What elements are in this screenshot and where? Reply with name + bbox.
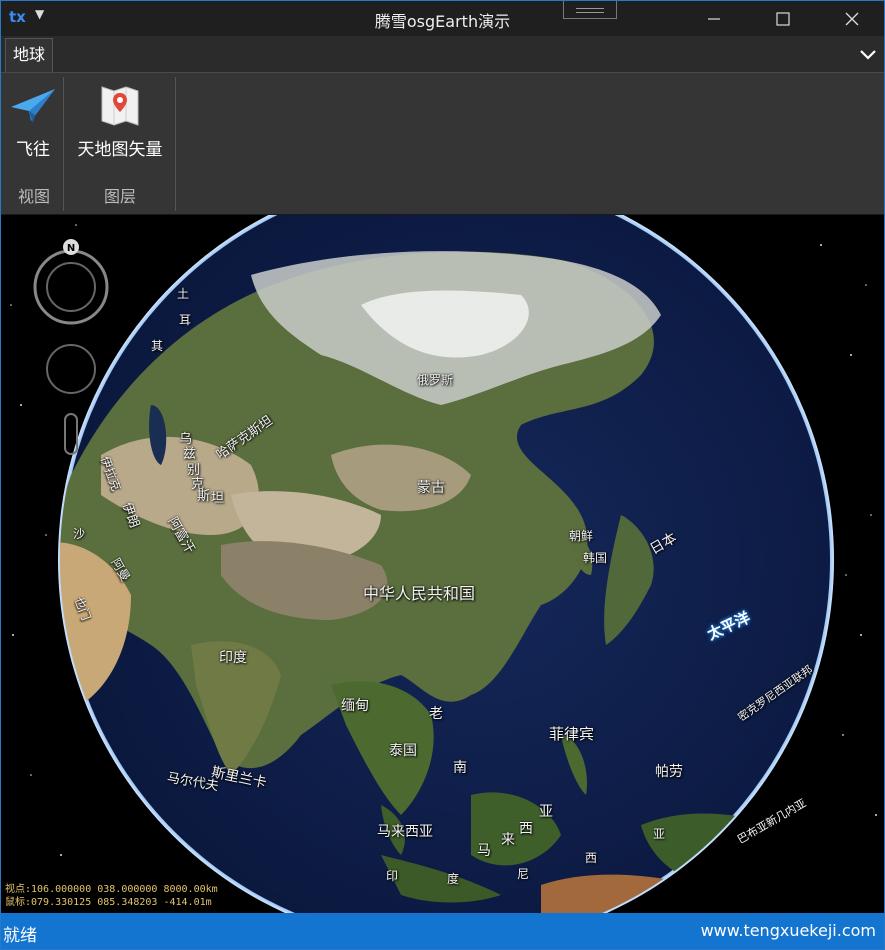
label-indonesia-3: 尼: [517, 867, 530, 881]
label-indonesia-2: 度: [447, 872, 460, 886]
fly-to-button[interactable]: 飞往: [5, 79, 61, 160]
tianditu-vector-button[interactable]: 天地图矢量: [65, 79, 175, 160]
label-philippines: 菲律宾: [549, 725, 595, 743]
label-turkey-3: 其: [151, 339, 164, 353]
title-bar[interactable]: tx ▼ 腾雪osgEarth演示: [1, 1, 884, 36]
compass-navigator[interactable]: N: [31, 239, 111, 459]
label-palau: 帕劳: [655, 764, 683, 780]
label-uzbekistan-6: 坦: [211, 491, 225, 506]
label-indonesia-5: 亚: [653, 827, 666, 841]
label-uzbekistan-5: 斯: [197, 489, 211, 504]
label-laos: 老: [429, 706, 443, 722]
ribbon-group-layers: 天地图矢量 图层: [65, 77, 176, 211]
label-indonesia-4: 西: [585, 851, 598, 865]
fly-to-label: 飞往: [16, 140, 50, 160]
group-label-view: 视图: [17, 187, 50, 206]
status-bar: 就绪 www.tengxuekeji.com: [1, 913, 884, 949]
label-sea-1: 马: [477, 843, 491, 859]
tab-earth[interactable]: 地球: [5, 38, 54, 72]
label-south-korea: 韩国: [583, 551, 608, 565]
globe-scene: [10, 215, 877, 913]
minimize-button[interactable]: [691, 1, 737, 36]
label-india: 印度: [219, 650, 247, 666]
chevron-down-icon[interactable]: [858, 44, 878, 64]
ribbon-grip-icon[interactable]: [563, 1, 617, 19]
minimize-icon: [708, 17, 720, 20]
paper-plane-icon: [11, 89, 55, 123]
label-malaysia: 马来西亚: [377, 824, 433, 840]
mouse-readout: 鼠标:079.330125 085.348203 -414.01m: [5, 897, 212, 908]
group-label-layers: 图层: [103, 187, 136, 206]
globe-viewport[interactable]: N 俄罗斯 蒙古 哈萨克斯坦 中华人民共和国 朝鲜 韩国 日本 太平洋 印度 缅…: [1, 215, 884, 913]
label-myanmar: 缅甸: [341, 698, 369, 714]
map-pin-icon: [101, 86, 139, 126]
label-north-korea: 朝鲜: [569, 529, 594, 543]
app-window: tx ▼ 腾雪osgEarth演示 地球 飞往 视图 天地图矢量 图层 N 俄罗…: [0, 0, 885, 950]
compass-north-label: N: [67, 243, 75, 254]
label-thailand: 泰国: [389, 743, 417, 759]
label-turkey-1: 土: [177, 287, 190, 301]
close-button[interactable]: [829, 1, 875, 36]
maximize-icon: [776, 11, 790, 26]
label-russia: 俄罗斯: [417, 373, 454, 387]
label-indonesia-1: 印: [386, 869, 399, 883]
label-sea-4: 亚: [539, 804, 553, 820]
ribbon-panel: 飞往 视图 天地图矢量 图层: [1, 73, 884, 215]
label-turkey-2: 耳: [179, 313, 192, 327]
label-china: 中华人民共和国: [363, 584, 476, 603]
website-link[interactable]: www.tengxuekeji.com: [701, 921, 876, 940]
coordinate-readout: 视点:106.000000 038.000000 8000.00km 鼠标:07…: [5, 883, 218, 909]
status-ready-text: 就绪: [3, 926, 37, 946]
label-saudi: 沙: [73, 527, 86, 541]
viewpoint-readout: 视点:106.000000 038.000000 8000.00km: [5, 884, 218, 895]
ribbon-group-view: 飞往 视图: [5, 77, 64, 211]
window-title: 腾雪osgEarth演示: [374, 12, 511, 31]
label-mongolia: 蒙古: [417, 480, 445, 496]
label-sea-3: 西: [519, 821, 533, 837]
tianditu-vector-label: 天地图矢量: [77, 140, 163, 160]
ribbon-tab-bar: 地球: [1, 36, 884, 73]
close-icon: [845, 12, 859, 25]
label-vietnam: 南: [453, 760, 467, 776]
maximize-button[interactable]: [760, 1, 806, 36]
label-sea-2: 来: [501, 832, 515, 848]
